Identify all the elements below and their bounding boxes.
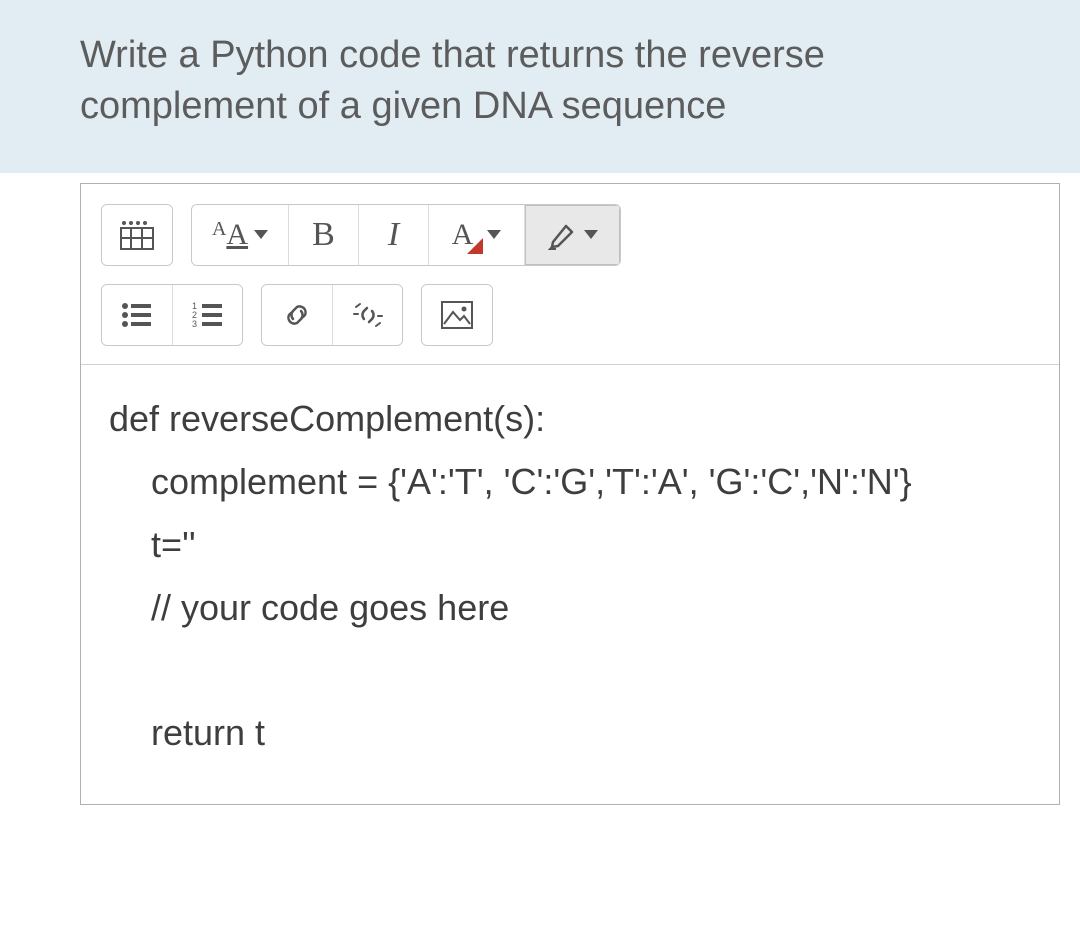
bold-button[interactable]: B: [288, 205, 358, 265]
code-line-3: t='': [109, 513, 1031, 576]
font-size-button[interactable]: AA: [192, 205, 288, 265]
unlink-button[interactable]: [332, 285, 402, 345]
link-group: [261, 284, 403, 346]
font-format-group: AA B I A: [191, 204, 621, 266]
unordered-list-button[interactable]: [102, 285, 172, 345]
table-group: [101, 204, 173, 266]
link-button[interactable]: [262, 285, 332, 345]
code-line-5: return t: [109, 701, 1031, 764]
table-button[interactable]: [102, 205, 172, 265]
italic-label: I: [388, 216, 399, 254]
list-group: 1 2 3: [101, 284, 243, 346]
code-line-1: def reverseComplement(s):: [109, 398, 545, 439]
unlink-icon: [350, 297, 386, 333]
italic-button[interactable]: I: [358, 205, 428, 265]
code-line-4: // your code goes here: [109, 576, 1031, 639]
bold-label: B: [312, 216, 335, 254]
blank-line: [109, 639, 1031, 701]
ordered-list-icon: 1 2 3: [192, 301, 224, 329]
image-group: [421, 284, 493, 346]
editor-content[interactable]: def reverseComplement(s): complement = {…: [81, 365, 1059, 804]
chevron-down-icon: [584, 230, 598, 239]
highlight-icon: [548, 220, 578, 250]
table-icon: [120, 220, 154, 250]
unordered-list-icon: [121, 301, 153, 329]
image-icon: [440, 300, 474, 330]
editor-container: AA B I A: [0, 173, 1080, 815]
rich-text-editor: AA B I A: [80, 183, 1060, 805]
question-prompt: Write a Python code that returns the rev…: [0, 0, 1080, 173]
editor-toolbar: AA B I A: [81, 184, 1059, 365]
toolbar-row-1: AA B I A: [101, 204, 1039, 266]
code-line-2: complement = {'A':'T', 'C':'G','T':'A', …: [109, 450, 1031, 513]
toolbar-row-2: 1 2 3: [101, 284, 1039, 346]
ordered-list-button[interactable]: 1 2 3: [172, 285, 242, 345]
text-color-button[interactable]: A: [428, 205, 524, 265]
question-line-1: Write a Python code that returns the rev…: [80, 34, 825, 76]
insert-image-button[interactable]: [422, 285, 492, 345]
highlight-button[interactable]: [524, 205, 620, 265]
question-line-2: complement of a given DNA sequence: [80, 85, 726, 127]
link-icon: [280, 298, 314, 332]
page-root: Write a Python code that returns the rev…: [0, 0, 1080, 933]
font-size-icon: AA: [212, 218, 248, 252]
chevron-down-icon: [487, 230, 501, 239]
chevron-down-icon: [254, 230, 268, 239]
svg-text:3: 3: [192, 319, 197, 329]
text-color-icon: A: [452, 218, 474, 252]
